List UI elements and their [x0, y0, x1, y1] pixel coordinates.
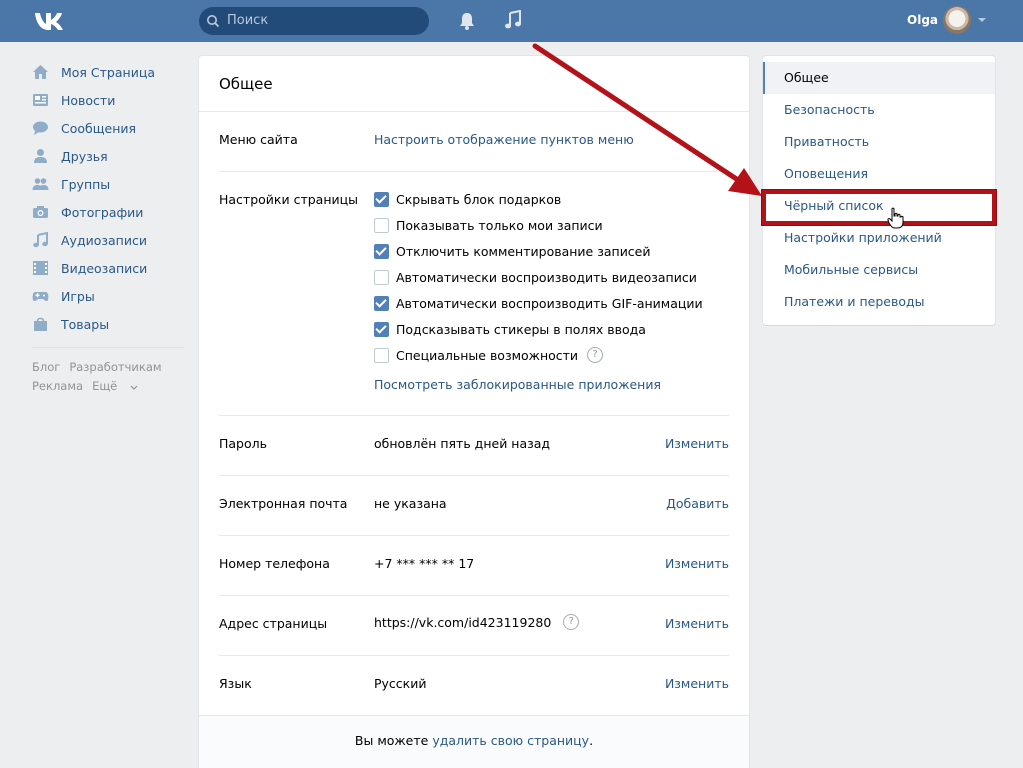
divider — [219, 595, 729, 596]
checkbox-checked[interactable] — [374, 243, 389, 259]
divider — [219, 535, 729, 536]
footer-link-ads[interactable]: Реклама — [32, 379, 83, 393]
groups-icon — [32, 178, 49, 190]
checkbox-unchecked[interactable] — [374, 347, 389, 363]
search-input[interactable]: Поиск — [199, 7, 429, 35]
settings-menu: Общее Безопасность Приватность Оповещени… — [763, 56, 995, 325]
delete-page-footer: Вы можете удалить свою страницу. — [199, 715, 749, 768]
address-label: Адрес страницы — [219, 616, 328, 631]
vk-logo-icon[interactable] — [33, 10, 67, 32]
page-settings-label: Настройки страницы — [219, 192, 358, 207]
divider — [219, 475, 729, 476]
delete-page-text: Вы можете удалить свою страницу. — [354, 733, 594, 748]
phone-label: Номер телефона — [219, 556, 330, 571]
sidebar-item-messages[interactable]: Сообщения — [32, 114, 187, 142]
language-label: Язык — [219, 676, 252, 691]
email-add-link[interactable]: Добавить — [666, 496, 729, 511]
checkbox-accessibility[interactable]: Специальные возможности ? — [374, 346, 604, 364]
shopping-bag-icon — [34, 317, 47, 331]
address-value-group: https://vk.com/id423119280 ? — [374, 614, 580, 630]
sidebar-divider — [32, 347, 184, 348]
menu-label: Меню сайта — [219, 132, 298, 147]
friends-icon — [34, 149, 47, 163]
divider — [219, 171, 729, 172]
settings-menu-notifications[interactable]: Оповещения — [763, 158, 995, 190]
divider — [199, 111, 749, 112]
email-value: не указана — [374, 496, 447, 511]
settings-menu-payments[interactable]: Платежи и переводы — [763, 286, 995, 318]
video-icon — [33, 261, 48, 275]
footer-link-more[interactable]: Ещё — [92, 379, 138, 393]
settings-menu-security[interactable]: Безопасность — [763, 94, 995, 126]
language-change-link[interactable]: Изменить — [665, 676, 729, 691]
sidebar-item-goods[interactable]: Товары — [32, 310, 187, 338]
divider — [219, 655, 729, 656]
messages-icon — [33, 121, 48, 135]
language-value: Русский — [374, 676, 427, 691]
page-title: Общее — [219, 75, 273, 93]
checkbox-sticker-hints[interactable]: Подсказывать стикеры в полях ввода — [374, 320, 646, 338]
settings-card: Общее Меню сайта Настроить отображение п… — [199, 56, 749, 768]
news-icon — [33, 94, 48, 106]
sidebar-item-video[interactable]: Видеозаписи — [32, 254, 187, 282]
password-change-link[interactable]: Изменить — [665, 436, 729, 451]
chevron-down-icon[interactable] — [977, 17, 987, 23]
help-icon[interactable]: ? — [563, 614, 580, 630]
checkbox-hide-gifts[interactable]: Скрывать блок подарков — [374, 190, 561, 208]
settings-menu-privacy[interactable]: Приватность — [763, 126, 995, 158]
password-value: обновлён пять дней назад — [374, 436, 551, 451]
bell-icon[interactable] — [458, 11, 476, 31]
password-label: Пароль — [219, 436, 267, 451]
music-note-icon — [33, 232, 48, 248]
checkbox-autoplay-gif[interactable]: Автоматически воспроизводить GIF-анимаци… — [374, 294, 703, 312]
menu-customize-link[interactable]: Настроить отображение пунктов меню — [374, 132, 634, 147]
checkbox-autoplay-video[interactable]: Автоматически воспроизводить видеозаписи — [374, 268, 697, 286]
footer-link-blog[interactable]: Блог — [32, 360, 60, 374]
email-label: Электронная почта — [219, 496, 348, 511]
sidebar-item-friends[interactable]: Друзья — [32, 142, 187, 170]
search-placeholder: Поиск — [227, 13, 269, 28]
settings-menu-general[interactable]: Общее — [763, 62, 995, 94]
sidebar-item-my-page[interactable]: Моя Страница — [32, 58, 187, 86]
checkbox-checked[interactable] — [374, 321, 389, 337]
sidebar-item-games[interactable]: Игры — [32, 282, 187, 310]
address-value: https://vk.com/id423119280 — [374, 614, 552, 630]
hand-cursor-icon — [887, 207, 904, 229]
chevron-down-icon — [130, 385, 138, 390]
divider — [219, 415, 729, 416]
phone-change-link[interactable]: Изменить — [665, 556, 729, 571]
address-change-link[interactable]: Изменить — [665, 616, 729, 631]
left-sidebar: Моя Страница Новости Сообщения Друзья Гр… — [32, 58, 187, 396]
settings-menu-mobile-services[interactable]: Мобильные сервисы — [763, 254, 995, 286]
top-header: Поиск Olga — [0, 0, 1023, 42]
settings-menu-app-settings[interactable]: Настройки приложений — [763, 222, 995, 254]
checkbox-only-my-posts[interactable]: Показывать только мои записи — [374, 216, 603, 234]
checkbox-disable-comments[interactable]: Отключить комментирование записей — [374, 242, 651, 260]
blocked-apps-link[interactable]: Посмотреть заблокированные приложения — [374, 377, 661, 392]
footer-link-developers[interactable]: Разработчикам — [69, 360, 161, 374]
sidebar-item-photos[interactable]: Фотографии — [32, 198, 187, 226]
search-icon — [207, 15, 220, 28]
avatar[interactable] — [943, 6, 971, 34]
checkbox-unchecked[interactable] — [374, 269, 389, 285]
delete-page-link[interactable]: удалить свою страницу — [432, 733, 589, 748]
camera-icon — [33, 206, 48, 218]
settings-menu-blacklist[interactable]: Чёрный список — [763, 190, 995, 222]
checkbox-unchecked[interactable] — [374, 217, 389, 233]
sidebar-footer: Блог Разработчикам Реклама Ещё — [32, 358, 187, 396]
gamepad-icon — [32, 292, 49, 302]
sidebar-item-groups[interactable]: Группы — [32, 170, 187, 198]
sidebar-item-news[interactable]: Новости — [32, 86, 187, 114]
home-icon — [33, 65, 48, 79]
checkbox-checked[interactable] — [374, 295, 389, 311]
user-name[interactable]: Olga — [907, 13, 938, 27]
checkbox-checked[interactable] — [374, 191, 389, 207]
sidebar-item-audio[interactable]: Аудиозаписи — [32, 226, 187, 254]
help-icon[interactable]: ? — [587, 347, 604, 363]
music-icon[interactable] — [503, 10, 523, 30]
phone-value: +7 *** *** ** 17 — [374, 556, 475, 571]
